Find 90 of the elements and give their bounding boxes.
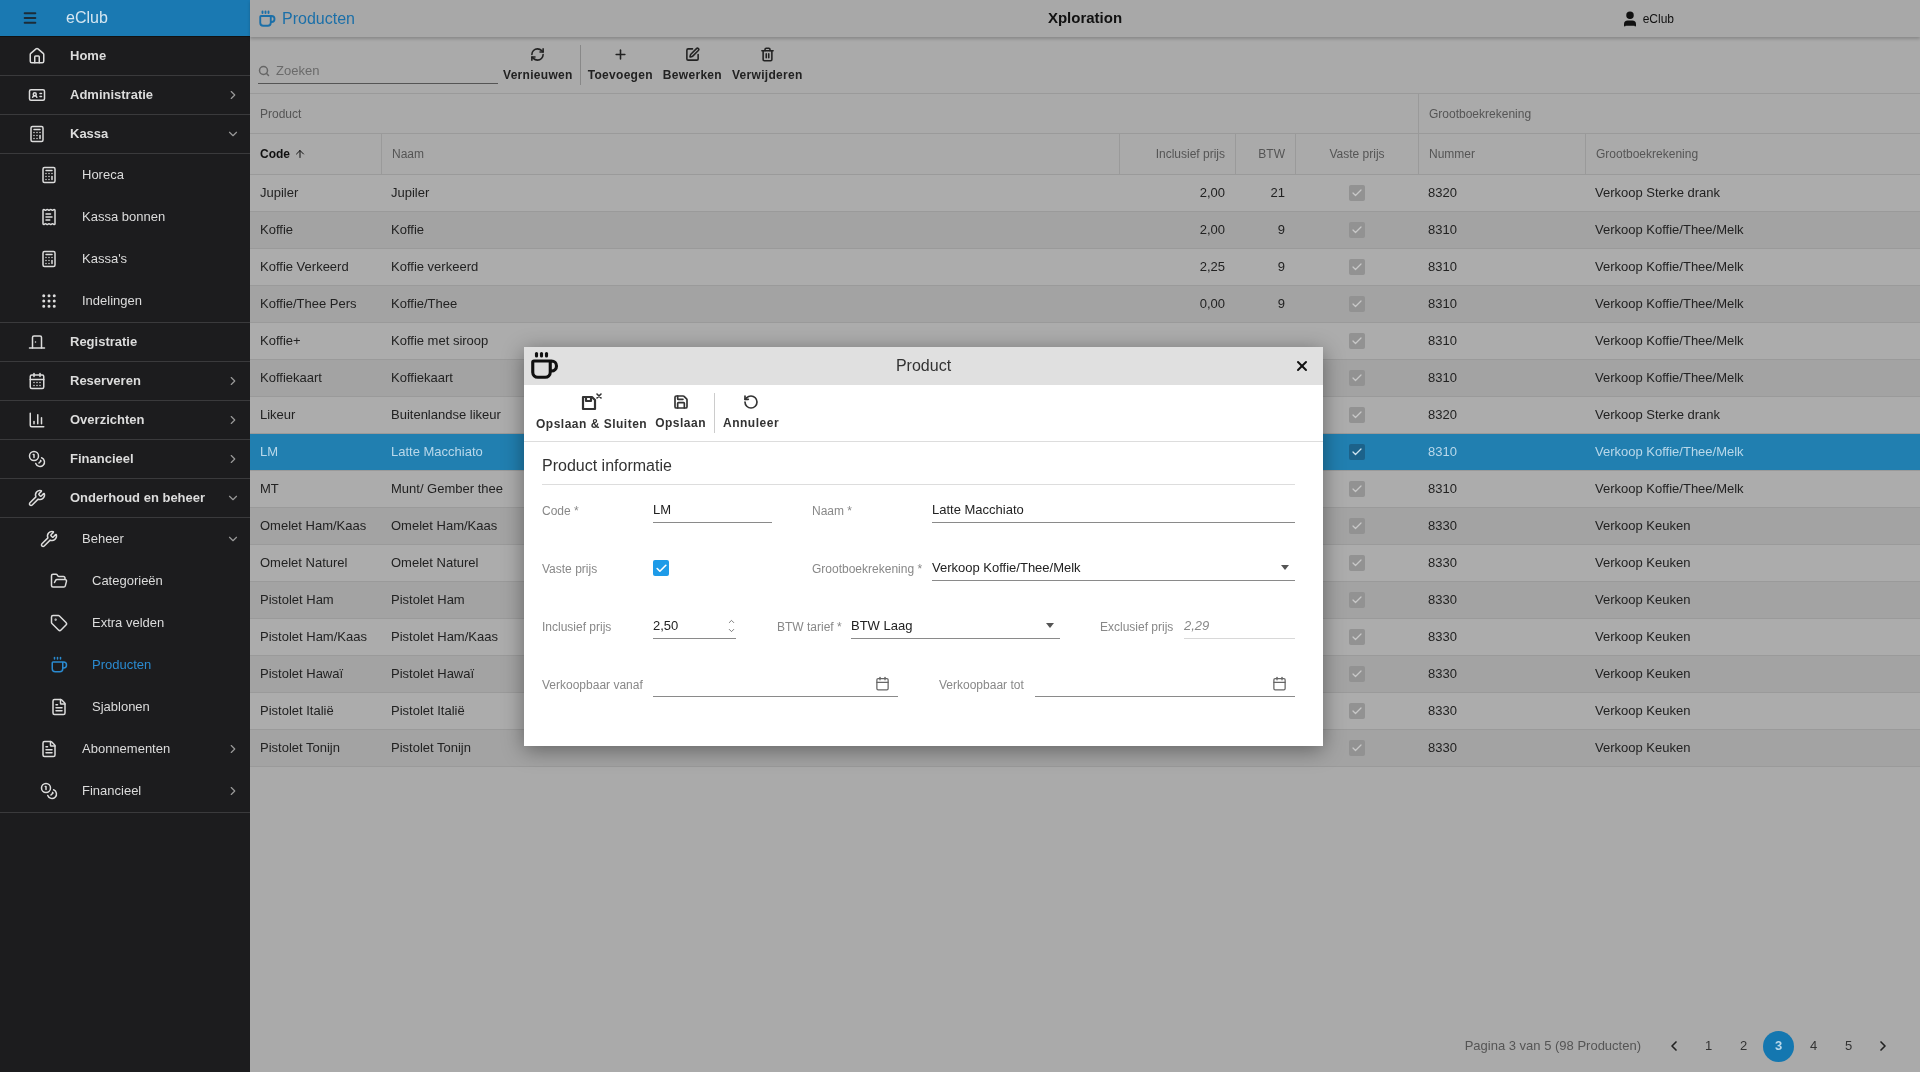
field-label: Inclusief prijs bbox=[542, 620, 612, 634]
table-cell-text: 8310 bbox=[1428, 480, 1457, 499]
table-cell-text: Verkoop Koffie/Thee/Melk bbox=[1595, 295, 1744, 314]
table-cell-text: Omelet Ham/Kaas bbox=[391, 517, 498, 536]
table-cell-text: Verkoop Sterke drank bbox=[1595, 184, 1721, 203]
table-cell-text: Pistolet Ham bbox=[391, 591, 465, 610]
table-cell-text: Koffie+ bbox=[260, 332, 301, 351]
table-cell-text: Verkoop Keuken bbox=[1595, 628, 1691, 647]
table-cell-text: Koffie/Thee bbox=[391, 295, 458, 314]
pagination-summary: Pagina 3 van 5 (98 Producten) bbox=[1464, 1037, 1641, 1056]
table-cell-text: Munt/ Gember thee bbox=[391, 480, 503, 499]
table-cell-text: Verkoop Koffie/Thee/Melk bbox=[1595, 258, 1744, 277]
table-cell-text: Buitenlandse likeur bbox=[391, 406, 501, 425]
site-title: Xploration bbox=[1047, 8, 1123, 29]
table-cell-text: Jupiler bbox=[260, 184, 299, 203]
readonly-field: 2,29 bbox=[1184, 613, 1295, 639]
table-cell-text: Verkoop Koffie/Thee/Melk bbox=[1595, 369, 1744, 388]
table-cell-text: 8310 bbox=[1428, 221, 1457, 240]
table-cell-text: 8310 bbox=[1428, 258, 1457, 277]
table-cell-text: MT bbox=[260, 480, 279, 499]
table-cell-text: Pistolet Hawaï bbox=[260, 665, 344, 684]
field-label: Code * bbox=[542, 504, 579, 518]
field-label: Grootboekrekening * bbox=[812, 562, 923, 576]
table-cell-text: Koffie verkeerd bbox=[391, 258, 479, 277]
table-cell-text: Pistolet Ham/Kaas bbox=[391, 628, 498, 647]
table-cell-text: Koffie Verkeerd bbox=[260, 258, 349, 277]
table-cell-text: Pistolet Tonijn bbox=[260, 739, 340, 758]
table-cell-text: 8310 bbox=[1428, 295, 1457, 314]
table-cell-text: Koffie/Thee Pers bbox=[260, 295, 357, 314]
table-cell-text: Pistolet Tonijn bbox=[391, 739, 471, 758]
table-cell-text: 9 bbox=[1277, 258, 1285, 277]
field-label: BTW tarief * bbox=[777, 620, 842, 634]
field-label: Vaste prijs bbox=[542, 562, 598, 576]
table-cell-text: Jupiler bbox=[391, 184, 430, 203]
table-cell-text: Verkoop Keuken bbox=[1595, 554, 1691, 573]
table-cell-text: Verkoop Keuken bbox=[1595, 702, 1691, 721]
table-cell-text: 9 bbox=[1277, 295, 1285, 314]
table-cell-text: Verkoop Koffie/Thee/Melk bbox=[1595, 332, 1744, 351]
table-cell-text: Omelet Naturel bbox=[260, 554, 348, 573]
table-cell-text: Koffie met siroop bbox=[391, 332, 489, 351]
field-label: Naam * bbox=[812, 504, 852, 518]
section-title: Product informatie bbox=[542, 442, 1295, 485]
table-cell-text: Pistolet Ham bbox=[260, 591, 334, 610]
table-cell-text: 8310 bbox=[1428, 443, 1457, 462]
table-cell-text: 8330 bbox=[1428, 517, 1457, 536]
user-name: eClub bbox=[1642, 10, 1674, 28]
table-cell-text: Pistolet Italië bbox=[260, 702, 334, 721]
field-label: Verkoopbaar vanaf bbox=[542, 678, 643, 692]
table-cell-text: Pistolet Hawaï bbox=[391, 665, 475, 684]
table-cell-text: Verkoop Keuken bbox=[1595, 739, 1691, 758]
table-cell-text: Koffiekaart bbox=[391, 369, 453, 388]
table-cell-text: Omelet Naturel bbox=[391, 554, 479, 573]
table-cell-text: Verkoop Sterke drank bbox=[1595, 406, 1721, 425]
group-header: Grootboekrekening bbox=[1429, 105, 1532, 123]
table-cell-text: Koffie bbox=[391, 221, 424, 240]
table-cell-text: Likeur bbox=[260, 406, 296, 425]
table-cell-text: 2,25 bbox=[1199, 258, 1225, 277]
field-label: Verkoopbaar tot bbox=[939, 678, 1024, 692]
table-cell-text: 8330 bbox=[1428, 554, 1457, 573]
table-cell-text: Verkoop Keuken bbox=[1595, 517, 1691, 536]
page-title: Producten bbox=[282, 8, 355, 29]
field-label: Exclusief prijs bbox=[1100, 620, 1174, 634]
table-cell-text: 9 bbox=[1277, 221, 1285, 240]
table-cell-text: 8330 bbox=[1428, 591, 1457, 610]
table-cell-text: Verkoop Keuken bbox=[1595, 591, 1691, 610]
table-cell-text: 8330 bbox=[1428, 739, 1457, 758]
table-cell-text: Verkoop Koffie/Thee/Melk bbox=[1595, 443, 1744, 462]
table-cell-text: 21 bbox=[1270, 184, 1285, 203]
table-cell-text: Latte Macchiato bbox=[391, 443, 483, 462]
table-cell-text: Koffie bbox=[260, 221, 293, 240]
table-cell-text: 8330 bbox=[1428, 628, 1457, 647]
app-name: eClub bbox=[66, 8, 108, 28]
table-cell-text: 0,00 bbox=[1199, 295, 1225, 314]
table-cell-text: LM bbox=[260, 443, 279, 462]
table-cell-text: 2,00 bbox=[1199, 221, 1225, 240]
group-header: Product bbox=[260, 105, 302, 123]
table-cell-text: 8310 bbox=[1428, 332, 1457, 351]
table-cell-text: Verkoop Koffie/Thee/Melk bbox=[1595, 480, 1744, 499]
table-cell-text: Verkoop Keuken bbox=[1595, 665, 1691, 684]
table-cell-text: 2,00 bbox=[1199, 184, 1225, 203]
table-cell-text: 8320 bbox=[1428, 406, 1457, 425]
table-cell-text: 8330 bbox=[1428, 702, 1457, 721]
table-cell-text: 8310 bbox=[1428, 369, 1457, 388]
table-cell-text: Koffiekaart bbox=[260, 369, 322, 388]
table-cell-text: Verkoop Koffie/Thee/Melk bbox=[1595, 221, 1744, 240]
table-cell-text: 8330 bbox=[1428, 665, 1457, 684]
table-cell-text: Pistolet Ham/Kaas bbox=[260, 628, 367, 647]
table-cell-text: 8320 bbox=[1428, 184, 1457, 203]
table-cell-text: Pistolet Italië bbox=[391, 702, 465, 721]
table-cell-text: Omelet Ham/Kaas bbox=[260, 517, 367, 536]
